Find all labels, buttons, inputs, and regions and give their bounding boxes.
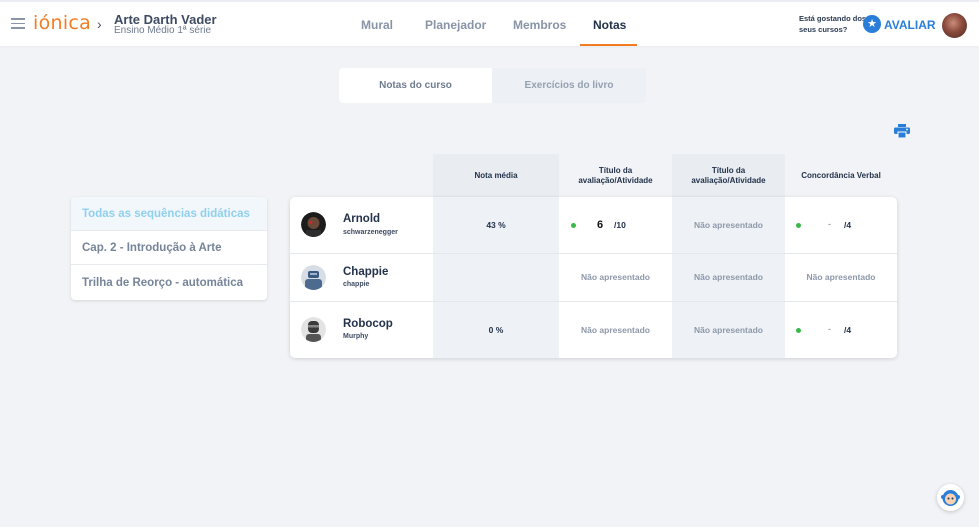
nav-mural[interactable]: Mural — [361, 18, 393, 32]
not-submitted: Não apresentado — [694, 325, 763, 335]
grade-value[interactable]: - — [828, 219, 831, 229]
nav-notas[interactable]: Notas — [593, 18, 626, 32]
ionica-logo[interactable]: iónica — [33, 12, 91, 34]
student-name[interactable]: Arnold — [343, 213, 380, 225]
rate-prompt: Está gostando dos seus cursos? — [799, 14, 867, 34]
not-submitted: Não apresentado — [806, 272, 876, 282]
col-header-atividade-2: Título da avaliação/Atividade — [672, 154, 785, 197]
grade-max: /10 — [614, 220, 626, 230]
nav-planejador[interactable]: Planejador — [425, 18, 486, 32]
status-dot — [796, 223, 801, 228]
student-username: chappie — [343, 281, 370, 288]
grades-table: Arnold schwarzenegger 43 % 6 /10 Não apr… — [290, 197, 897, 358]
grades-tabs: Notas do curso Exercícios do livro — [339, 68, 646, 103]
tab-notas-do-curso[interactable]: Notas do curso — [339, 68, 492, 103]
avatar-chappie — [301, 265, 326, 290]
star-icon[interactable]: ★ — [863, 15, 881, 33]
sequence-sidebar: Todas as sequências didáticas Cap. 2 - I… — [71, 197, 267, 300]
chevron-right-icon: › — [97, 16, 102, 32]
grade-max: /4 — [844, 325, 852, 335]
status-dot — [796, 328, 801, 333]
col-header-concordancia: Concordância Verbal — [801, 170, 881, 180]
avatar-arnold — [301, 212, 326, 237]
help-button[interactable] — [937, 484, 964, 511]
not-submitted: Não apresentado — [581, 325, 650, 335]
student-name[interactable]: Robocop — [343, 318, 393, 330]
grade-max: /4 — [844, 220, 852, 230]
tab-exercicios-do-livro[interactable]: Exercícios do livro — [492, 68, 646, 103]
student-username: schwarzenegger — [343, 229, 398, 236]
nav-membros[interactable]: Membros — [513, 18, 566, 32]
help-mascot-icon — [941, 490, 960, 506]
nav-active-indicator — [580, 44, 637, 46]
course-subtitle: Ensino Médio 1ª série — [114, 25, 212, 36]
col-header-atividade-1: Título da avaliação/Atividade — [578, 165, 653, 185]
grade-value[interactable]: - — [828, 324, 831, 334]
printer-icon[interactable] — [894, 124, 910, 138]
average-grade: 0 % — [488, 325, 504, 335]
not-submitted: Não apresentado — [694, 272, 763, 282]
status-dot — [571, 223, 576, 228]
sidebar-item-todas[interactable]: Todas as sequências didáticas — [71, 197, 267, 231]
student-name[interactable]: Chappie — [343, 266, 388, 278]
sidebar-item-cap2[interactable]: Cap. 2 - Introdução à Arte — [71, 231, 267, 265]
col-header-nota-media: Nota média — [433, 154, 559, 197]
average-grade: 43 % — [486, 220, 506, 230]
not-submitted: Não apresentado — [581, 272, 650, 282]
avatar-robocop — [301, 317, 326, 342]
student-username: Murphy — [343, 333, 369, 340]
avaliar-button[interactable]: AVALIAR — [884, 18, 936, 32]
user-avatar[interactable] — [942, 13, 967, 38]
not-submitted: Não apresentado — [694, 220, 763, 230]
sidebar-item-trilha[interactable]: Trilha de Reorço - automática — [71, 266, 267, 300]
grade-value[interactable]: 6 — [597, 219, 603, 231]
hamburger-icon[interactable] — [11, 18, 25, 29]
top-bar: iónica › Arte Darth Vader Ensino Médio 1… — [0, 0, 979, 46]
